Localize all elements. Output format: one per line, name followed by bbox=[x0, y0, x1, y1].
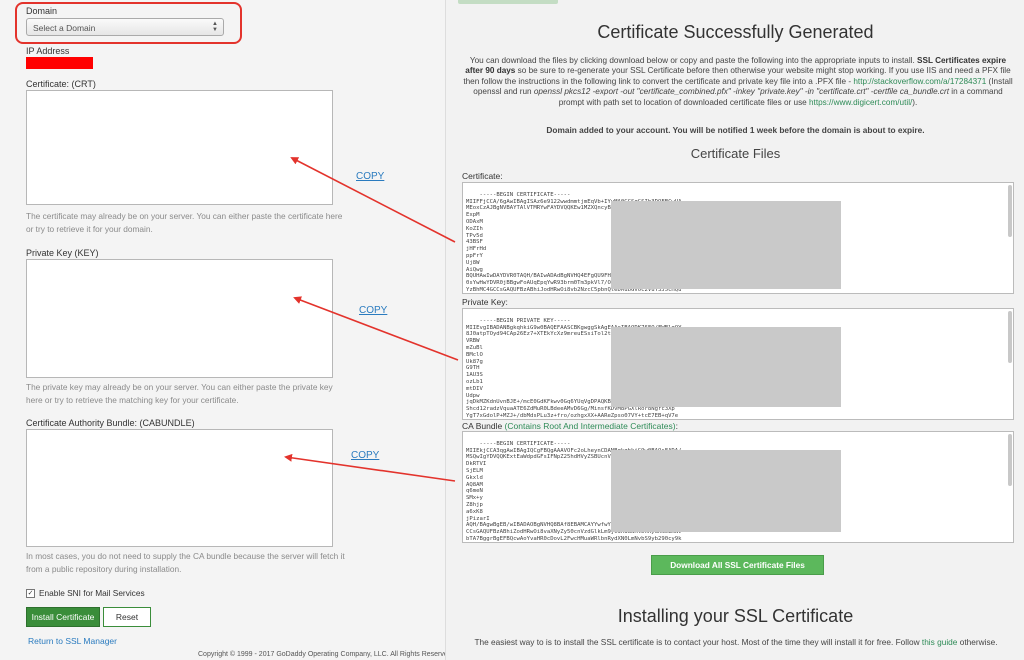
sni-checkbox-row[interactable]: ✓ Enable SNI for Mail Services bbox=[26, 588, 145, 598]
copy-ca-link[interactable]: COPY bbox=[351, 450, 379, 461]
private-key-label: Private Key: bbox=[462, 297, 508, 307]
installing-heading: Installing your SSL Certificate bbox=[617, 606, 854, 626]
ca-help-text: In most cases, you do not need to supply… bbox=[26, 551, 345, 574]
copy-crt-link[interactable]: COPY bbox=[356, 171, 384, 182]
copyright-text: Copyright © 1999 - 2017 GoDaddy Operatin… bbox=[198, 651, 464, 658]
crt-help-text: The certificate may already be on your s… bbox=[26, 211, 343, 234]
ca-textarea[interactable] bbox=[26, 429, 333, 547]
certificate-result-page: Certificate Successfully Generated You c… bbox=[445, 0, 1024, 660]
ssl-install-form: Domain Select a Domain ▲ ▼ IP Address Cer… bbox=[0, 0, 464, 660]
scrollbar[interactable] bbox=[1008, 185, 1012, 237]
redacted-area bbox=[611, 450, 841, 532]
page-title: Certificate Successfully Generated bbox=[597, 22, 874, 42]
sni-checkbox[interactable]: ✓ bbox=[26, 588, 35, 598]
certificate-files-heading: Certificate Files bbox=[690, 146, 781, 161]
reset-button[interactable]: Reset bbox=[103, 607, 151, 627]
sni-label: Enable SNI for Mail Services bbox=[39, 588, 145, 598]
scrollbar[interactable] bbox=[1008, 434, 1012, 486]
ip-address-label: IP Address bbox=[26, 46, 70, 56]
intro-text: You can download the files by clicking d… bbox=[460, 56, 1016, 108]
ca-bundle-textarea[interactable]: -----BEGIN CERTIFICATE----- MIIEkjCCA3qg… bbox=[462, 431, 1014, 543]
stackoverflow-link[interactable]: http://stackoverflow.com/a/17284371 bbox=[853, 77, 986, 86]
key-label: Private Key (KEY) bbox=[26, 248, 99, 258]
crt-textarea[interactable] bbox=[26, 90, 333, 205]
ca-bundle-colon: : bbox=[675, 421, 678, 431]
return-to-ssl-manager-link[interactable]: Return to SSL Manager bbox=[28, 636, 117, 646]
download-all-button[interactable]: Download All SSL Certificate Files bbox=[651, 555, 824, 575]
ca-bundle-note: (Contains Root And Intermediate Certific… bbox=[504, 421, 676, 431]
domain-added-notice: Domain added to your account. You will b… bbox=[546, 125, 925, 135]
redacted-area bbox=[611, 201, 841, 289]
key-help-text: The private key may already be on your s… bbox=[26, 382, 333, 405]
header-strip bbox=[458, 0, 558, 4]
copy-key-link[interactable]: COPY bbox=[359, 305, 387, 316]
certificate-label: Certificate: bbox=[462, 171, 503, 181]
openssl-command: openssl pkcs12 -export -out "certificate… bbox=[533, 87, 949, 97]
ca-bundle-label: CA Bundle (Contains Root And Intermediat… bbox=[462, 421, 678, 431]
key-textarea[interactable] bbox=[26, 259, 333, 378]
ca-label: Certificate Authority Bundle: (CABUNDLE) bbox=[26, 418, 195, 428]
installing-text: The easiest way to is to install the SSL… bbox=[466, 637, 1006, 648]
domain-highlight-annotation bbox=[15, 2, 242, 44]
digicert-link[interactable]: https://www.digicert.com/util/ bbox=[809, 98, 912, 107]
ca-bundle-title: CA Bundle bbox=[462, 421, 503, 431]
crt-label: Certificate: (CRT) bbox=[26, 79, 96, 89]
install-certificate-button[interactable]: Install Certificate bbox=[26, 607, 100, 627]
ip-address-redacted bbox=[26, 57, 93, 69]
installing-text-part: otherwise. bbox=[957, 637, 998, 647]
intro-text-part: ). bbox=[912, 97, 918, 107]
private-key-textarea[interactable]: -----BEGIN PRIVATE KEY----- MIIEvgIBADAN… bbox=[462, 308, 1014, 420]
redacted-area bbox=[611, 327, 841, 407]
intro-text-part: You can download the files by clicking d… bbox=[469, 56, 918, 65]
this-guide-link[interactable]: this guide bbox=[922, 637, 958, 647]
installing-text-part: The easiest way to is to install the SSL… bbox=[474, 637, 922, 647]
scrollbar[interactable] bbox=[1008, 311, 1012, 363]
certificate-textarea[interactable]: -----BEGIN CERTIFICATE----- MIIFFjCCA/6g… bbox=[462, 182, 1014, 294]
